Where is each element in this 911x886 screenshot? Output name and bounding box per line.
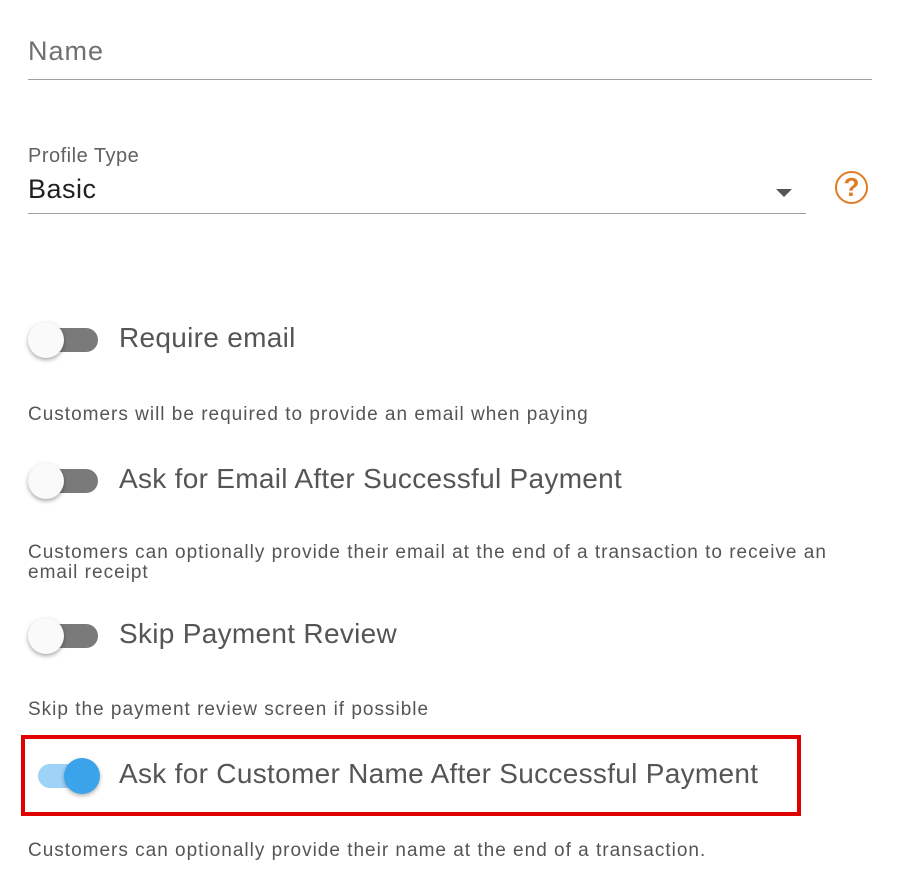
ask-name-switch[interactable] — [28, 754, 100, 798]
question-circle-icon[interactable]: ? — [835, 171, 868, 204]
ask-name-label: Ask for Customer Name After Successful P… — [119, 758, 759, 789]
skip-review-description: Skip the payment review screen if possib… — [28, 699, 430, 720]
profile-type-label: Profile Type — [28, 145, 140, 167]
name-field[interactable] — [28, 28, 872, 80]
require-email-description: Customers will be required to provide an… — [28, 404, 589, 425]
switch-thumb — [28, 463, 64, 499]
switch-thumb — [28, 618, 64, 654]
ask-name-description: Customers can optionally provide their n… — [28, 840, 707, 861]
switch-thumb — [28, 322, 64, 358]
skip-review-label: Skip Payment Review — [119, 618, 398, 649]
require-email-switch[interactable] — [28, 318, 100, 362]
ask-email-description: Customers can optionally provide their e… — [28, 542, 827, 583]
profile-type-value: Basic — [28, 174, 97, 204]
require-email-label: Require email — [119, 322, 296, 353]
name-input[interactable] — [28, 28, 872, 74]
switch-thumb — [64, 758, 100, 794]
dropdown-arrow-icon — [776, 189, 792, 197]
ask-email-label: Ask for Email After Successful Payment — [119, 463, 623, 494]
ask-email-switch[interactable] — [28, 459, 100, 503]
skip-review-switch[interactable] — [28, 614, 100, 658]
profile-type-select[interactable]: Basic — [28, 172, 806, 214]
